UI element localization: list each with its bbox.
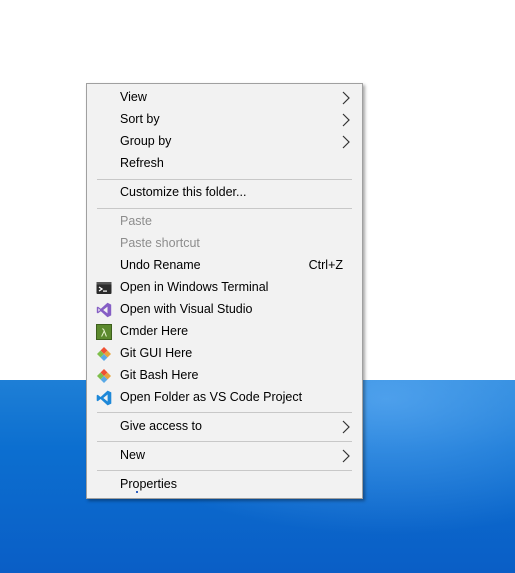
- menu-item-label: Undo Rename: [120, 258, 201, 272]
- menu-item-label: Paste shortcut: [120, 236, 200, 250]
- menu-item-open-vscode-project[interactable]: Open Folder as VS Code Project: [87, 387, 362, 409]
- menu-item-label: Open in Windows Terminal: [120, 280, 269, 294]
- menu-item-label: Group by: [120, 134, 172, 148]
- menu-item-label: Cmder Here: [120, 324, 189, 338]
- chevron-right-icon: [342, 91, 350, 105]
- menu-item-git-gui-here[interactable]: Git GUI Here: [87, 343, 362, 365]
- menu-item-view[interactable]: View: [87, 87, 362, 109]
- chevron-right-icon: [342, 449, 350, 463]
- menu-item-paste-shortcut: Paste shortcut: [87, 233, 362, 255]
- menu-item-label: New: [120, 448, 146, 462]
- menu-item-label: Customize this folder...: [120, 185, 247, 199]
- menu-item-new[interactable]: New: [87, 445, 362, 467]
- menu-item-label: Open Folder as VS Code Project: [120, 390, 303, 404]
- menu-item-sort-by[interactable]: Sort by: [87, 109, 362, 131]
- context-menu: View Sort by Group by Refresh Customize …: [86, 83, 363, 499]
- menu-separator: [97, 470, 352, 471]
- menu-separator: [97, 441, 352, 442]
- menu-item-paste: Paste: [87, 211, 362, 233]
- menu-item-label: Git Bash Here: [120, 368, 199, 382]
- vscode-icon: [96, 390, 112, 406]
- chevron-right-icon: [342, 113, 350, 127]
- menu-item-label: Git GUI Here: [120, 346, 193, 360]
- git-bash-icon: [97, 369, 111, 383]
- menu-item-label: Sort by: [120, 112, 160, 126]
- menu-item-undo-rename[interactable]: Undo Rename Ctrl+Z: [87, 255, 362, 277]
- menu-separator: [97, 179, 352, 180]
- menu-item-properties[interactable]: Properties: [87, 474, 362, 496]
- menu-separator: [97, 412, 352, 413]
- menu-item-label: Refresh: [120, 156, 164, 170]
- menu-item-git-bash-here[interactable]: Git Bash Here: [87, 365, 362, 387]
- menu-item-open-visual-studio[interactable]: Open with Visual Studio: [87, 299, 362, 321]
- menu-item-group-by[interactable]: Group by: [87, 131, 362, 153]
- menu-item-customize-folder[interactable]: Customize this folder...: [87, 182, 362, 204]
- menu-item-label: Paste: [120, 214, 152, 228]
- menu-item-cmder-here[interactable]: λ Cmder Here: [87, 321, 362, 343]
- menu-item-label: View: [120, 90, 147, 104]
- cmder-lambda-icon: λ: [96, 324, 112, 340]
- windows-terminal-icon: [96, 282, 112, 294]
- menu-item-label: Open with Visual Studio: [120, 302, 253, 316]
- menu-separator: [97, 208, 352, 209]
- chevron-right-icon: [342, 420, 350, 434]
- visual-studio-icon: [96, 302, 112, 318]
- shortcut-label: Ctrl+Z: [308, 258, 343, 272]
- chevron-right-icon: [342, 135, 350, 149]
- menu-item-refresh[interactable]: Refresh: [87, 153, 362, 175]
- cursor-mark: [136, 491, 138, 493]
- menu-item-label: Properties: [120, 477, 177, 491]
- menu-item-open-windows-terminal[interactable]: Open in Windows Terminal: [87, 277, 362, 299]
- menu-item-label: Give access to: [120, 419, 202, 433]
- menu-item-give-access-to[interactable]: Give access to: [87, 416, 362, 438]
- svg-text:λ: λ: [101, 327, 108, 340]
- git-gui-icon: [97, 347, 111, 361]
